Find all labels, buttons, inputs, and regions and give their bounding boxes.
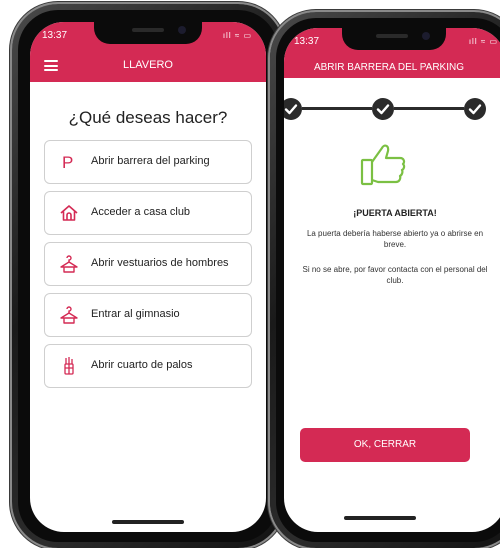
ok-close-button[interactable]: OK, CERRAR (300, 428, 470, 462)
option-label: Entrar al gimnasio (91, 308, 180, 320)
thumbs-up-icon (356, 136, 412, 192)
home-indicator[interactable] (344, 516, 416, 520)
house-icon (59, 203, 79, 223)
right-phone-screen: 13:37 ıll ≈ ▭ ABRIR BARRERA DEL PARKING (284, 28, 500, 532)
step-3-check (464, 98, 486, 120)
option-label: Abrir barrera del parking (91, 155, 210, 167)
hanger-icon (59, 305, 79, 325)
left-notch (94, 22, 202, 44)
home-indicator[interactable] (112, 520, 184, 524)
camera-icon (422, 32, 430, 40)
left-phone-screen: 13:37 ıll ≈ ▭ LLAVERO ¿Qué deseas hacer?… (30, 22, 266, 532)
golf-bag-icon (59, 356, 79, 376)
hanger-icon (59, 254, 79, 274)
option-mens-locker[interactable]: Abrir vestuarios de hombres (44, 242, 252, 286)
step-connector (394, 107, 464, 110)
status-time: 13:37 (42, 30, 68, 41)
option-club-house[interactable]: Acceder a casa club (44, 191, 252, 235)
status-icons: ıll ≈ ▭ (222, 31, 252, 40)
option-club-room[interactable]: Abrir cuarto de palos (44, 344, 252, 388)
result-message-1: La puerta debería haberse abierto ya o a… (306, 229, 484, 249)
option-label: Abrir vestuarios de hombres (91, 257, 229, 269)
left-phone-frame: 13:37 ıll ≈ ▭ LLAVERO ¿Qué deseas hacer?… (12, 4, 284, 548)
result-message-2: Si no se abre, por favor contacta con el… (302, 265, 488, 285)
option-gym[interactable]: Entrar al gimnasio (44, 293, 252, 337)
status-icons: ıll ≈ ▭ (468, 37, 498, 46)
parking-icon: P (59, 152, 79, 172)
right-phone-bezel: 13:37 ıll ≈ ▭ ABRIR BARRERA DEL PARKING (276, 18, 500, 542)
svg-text:P: P (62, 153, 73, 172)
option-label: Abrir cuarto de palos (91, 359, 193, 371)
status-time: 13:37 (294, 36, 320, 47)
header-title: ABRIR BARRERA DEL PARKING (313, 62, 465, 73)
option-parking[interactable]: P Abrir barrera del parking (44, 140, 252, 184)
result-title: ¡PUERTA ABIERTA! (353, 208, 437, 218)
camera-icon (178, 26, 186, 34)
step-connector (302, 107, 372, 110)
option-label: Acceder a casa club (91, 206, 191, 218)
header-title: LLAVERO (123, 59, 173, 71)
step-1-check (284, 98, 302, 120)
check-icon (284, 104, 298, 115)
right-notch (342, 28, 446, 50)
right-phone-frame: 13:37 ıll ≈ ▭ ABRIR BARRERA DEL PARKING (270, 12, 500, 548)
progress-steps (284, 94, 500, 124)
check-icon (468, 104, 482, 115)
left-phone-bezel: 13:37 ıll ≈ ▭ LLAVERO ¿Qué deseas hacer?… (18, 10, 278, 542)
step-2-check (372, 98, 394, 120)
page-title: ¿Qué deseas hacer? (68, 108, 228, 127)
check-icon (376, 104, 390, 115)
